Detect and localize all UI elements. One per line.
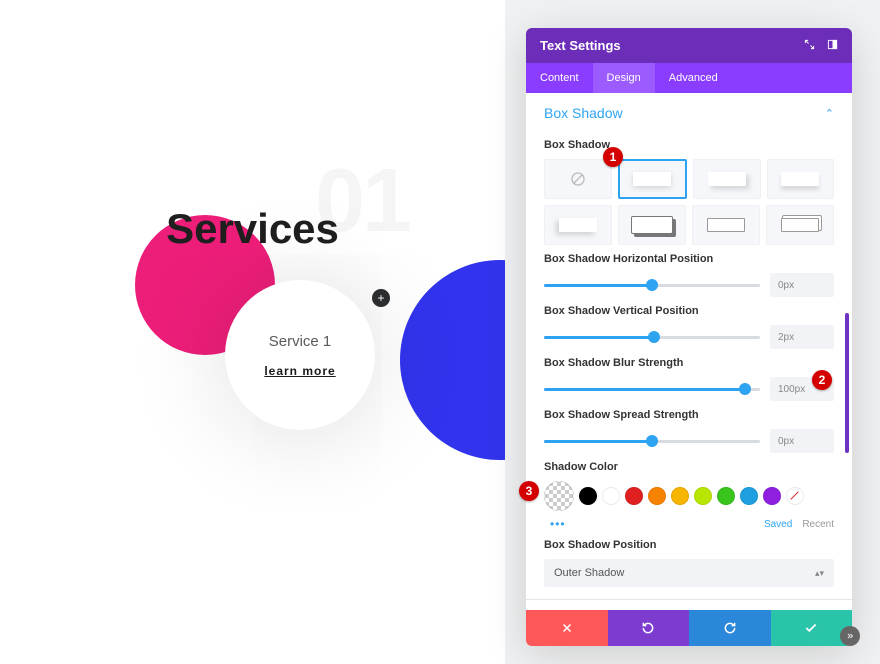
label-spread: Box Shadow Spread Strength — [544, 409, 834, 421]
snap-icon[interactable] — [827, 39, 838, 53]
preset-2[interactable] — [693, 159, 761, 199]
select-value: Outer Shadow — [554, 567, 624, 579]
saved-colors-link[interactable]: Saved — [764, 519, 792, 530]
color-swatches — [544, 481, 834, 511]
decoration-blue-circle — [400, 260, 505, 460]
panel-actions — [526, 610, 852, 646]
swatch-red[interactable] — [625, 487, 643, 505]
confirm-button[interactable] — [771, 610, 853, 646]
redo-button[interactable] — [689, 610, 771, 646]
cancel-button[interactable] — [526, 610, 608, 646]
settings-tabs: Content Design Advanced — [526, 63, 852, 93]
swatch-current[interactable] — [544, 481, 574, 511]
slider-blur[interactable] — [544, 388, 760, 391]
swatch-lime[interactable] — [694, 487, 712, 505]
value-v-pos[interactable]: 2px — [770, 325, 834, 349]
section-filters-header[interactable]: Filters ⌄ — [526, 599, 852, 610]
resize-handle[interactable] — [840, 626, 860, 646]
label-shadow-color: Shadow Color — [544, 461, 834, 473]
swatch-green[interactable] — [717, 487, 735, 505]
preset-4[interactable] — [544, 205, 612, 245]
recent-colors-link[interactable]: Recent — [802, 519, 834, 530]
learn-more-link[interactable]: learn more — [264, 364, 335, 378]
preset-none[interactable] — [544, 159, 612, 199]
services-heading: Services — [0, 205, 505, 253]
chevron-up-icon: ⌃ — [825, 107, 834, 120]
add-module-button[interactable]: + — [372, 289, 390, 307]
preset-6[interactable] — [692, 205, 760, 245]
label-v-pos: Box Shadow Vertical Position — [544, 305, 834, 317]
preview-pane: 01 Services Service 1 learn more + — [0, 0, 505, 664]
swatch-yellow[interactable] — [671, 487, 689, 505]
more-colors-icon[interactable]: ••• — [550, 517, 566, 531]
slider-v-pos[interactable] — [544, 336, 760, 339]
tab-content[interactable]: Content — [526, 63, 593, 93]
preset-1[interactable] — [618, 159, 688, 199]
label-h-pos: Box Shadow Horizontal Position — [544, 253, 834, 265]
label-box-shadow: Box Shadow — [544, 139, 834, 151]
value-spread[interactable]: 0px — [770, 429, 834, 453]
swatch-purple[interactable] — [763, 487, 781, 505]
label-blur: Box Shadow Blur Strength — [544, 357, 834, 369]
service-card-title: Service 1 — [269, 333, 332, 350]
preset-7[interactable] — [766, 205, 834, 245]
scrollbar[interactable] — [845, 313, 849, 453]
settings-panel: Text Settings Content Design Advanced Bo… — [526, 28, 852, 646]
shadow-presets — [544, 159, 834, 245]
slider-spread[interactable] — [544, 440, 760, 443]
undo-button[interactable] — [608, 610, 690, 646]
panel-header[interactable]: Text Settings — [526, 28, 852, 63]
service-card[interactable]: Service 1 learn more — [225, 280, 375, 430]
select-shadow-position[interactable]: Outer Shadow ▴▾ — [544, 559, 834, 587]
swatch-white[interactable] — [602, 487, 620, 505]
swatch-orange[interactable] — [648, 487, 666, 505]
expand-icon[interactable] — [804, 39, 815, 53]
section-box-shadow-header[interactable]: Box Shadow ⌃ — [526, 93, 852, 131]
swatch-none[interactable] — [786, 487, 804, 505]
value-h-pos[interactable]: 0px — [770, 273, 834, 297]
swatch-black[interactable] — [579, 487, 597, 505]
swatch-blue[interactable] — [740, 487, 758, 505]
panel-body: Box Shadow ⌃ Box Shadow — [526, 93, 852, 610]
annotation-badge-2: 2 — [812, 370, 832, 390]
annotation-badge-3: 3 — [519, 481, 539, 501]
preset-3[interactable] — [767, 159, 835, 199]
annotation-badge-1: 1 — [603, 147, 623, 167]
slider-h-pos[interactable] — [544, 284, 760, 287]
tab-design[interactable]: Design — [593, 63, 655, 93]
section-title: Box Shadow — [544, 105, 623, 121]
dropdown-icon: ▴▾ — [815, 568, 824, 579]
preset-5[interactable] — [618, 205, 686, 245]
tab-advanced[interactable]: Advanced — [655, 63, 732, 93]
label-shadow-position: Box Shadow Position — [544, 539, 834, 551]
panel-title: Text Settings — [540, 38, 621, 53]
